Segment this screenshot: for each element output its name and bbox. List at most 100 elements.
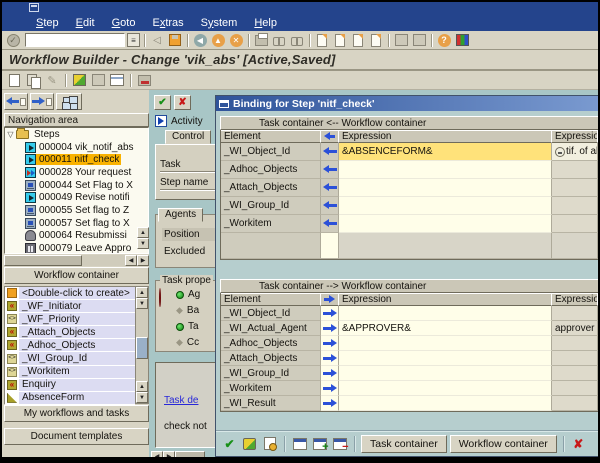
tree-step-000011[interactable]: 000011 nitf_check: [5, 153, 148, 166]
expression-cell[interactable]: &APPROVER&: [339, 321, 552, 336]
collapse-caret-icon[interactable]: ▽: [5, 130, 16, 139]
menu-item-help[interactable]: Help: [254, 17, 277, 29]
binding-row[interactable]: _WI_Group_Id: [221, 197, 598, 215]
tree-step-000044[interactable]: 000044 Set Flag to X: [5, 179, 148, 192]
agents-tab[interactable]: Agents: [158, 208, 203, 222]
container-element-row[interactable]: «_Attach_Objects: [5, 326, 135, 339]
binding-row[interactable]: _WI_Object_Id: [221, 306, 598, 321]
step-cancel-icon[interactable]: ✘: [174, 95, 191, 110]
workflow-container-button[interactable]: Workflow container: [450, 435, 557, 453]
tree-step-000055[interactable]: 000055 Set flag to Z: [5, 204, 148, 217]
my-workflows-and-tasks-button[interactable]: My workflows and tasks: [4, 405, 149, 422]
cancel-circle-icon[interactable]: ✕: [228, 33, 244, 48]
expression-cell[interactable]: [339, 306, 552, 321]
tree-step-000064[interactable]: 000064 Resubmissi: [5, 230, 148, 243]
insert-row-icon[interactable]: [311, 436, 328, 452]
step-confirm-icon[interactable]: ✔: [154, 95, 171, 110]
menu-item-extras[interactable]: Extras: [152, 17, 183, 29]
previous-page-icon[interactable]: [332, 33, 348, 48]
expression-cell[interactable]: [339, 179, 552, 197]
expression-cell[interactable]: &ABSENCEFORM&: [339, 143, 552, 161]
check-binding-icon[interactable]: [241, 436, 258, 452]
menu-item-system[interactable]: System: [201, 17, 238, 29]
first-page-icon[interactable]: [314, 33, 330, 48]
next-page-icon[interactable]: [350, 33, 366, 48]
binding-row[interactable]: _Adhoc_Objects: [221, 161, 598, 179]
container-element-row[interactable]: «Enquiry: [5, 379, 135, 392]
enter-icon[interactable]: ✓: [5, 33, 21, 48]
expression-cell[interactable]: [339, 381, 552, 396]
expression-cell[interactable]: [339, 197, 552, 215]
find-icon[interactable]: [271, 33, 287, 48]
copy-row-icon[interactable]: [291, 436, 308, 452]
tab-control[interactable]: Control: [165, 130, 211, 144]
print-workflow-icon[interactable]: [136, 73, 152, 88]
binding-row[interactable]: _WI_Group_Id: [221, 366, 598, 381]
help-icon[interactable]: ?: [436, 33, 452, 48]
display-change-icon[interactable]: ✎: [44, 73, 60, 88]
column-icon[interactable]: [90, 73, 106, 88]
tree-vertical-scrollbar[interactable]: ▲▼: [137, 227, 149, 253]
binding-row[interactable]: _WI_Result: [221, 396, 598, 411]
container-element-row[interactable]: «_Adhoc_Objects: [5, 339, 135, 352]
customize-layout-icon[interactable]: [454, 33, 470, 48]
scroll-thumb[interactable]: [136, 337, 148, 359]
new-icon[interactable]: [6, 73, 22, 88]
expression-cell[interactable]: [339, 215, 552, 233]
editor-horizontal-scrollbar[interactable]: ◀▶: [151, 451, 205, 459]
binding-row[interactable]: _Workitem: [221, 215, 598, 233]
agents-item-position[interactable]: Position: [162, 228, 215, 241]
tree-step-000079[interactable]: 000079 Leave Appro: [5, 242, 148, 254]
save-icon[interactable]: [167, 33, 183, 48]
menu-item-goto[interactable]: Goto: [112, 17, 136, 29]
expression-cell[interactable]: [339, 396, 552, 411]
expression-cell[interactable]: [339, 336, 552, 351]
step-forward-icon[interactable]: [30, 93, 54, 110]
table-view-icon[interactable]: [109, 73, 125, 88]
binding-row[interactable]: _Attach_Objects: [221, 351, 598, 366]
cancel-icon[interactable]: ✘: [570, 436, 587, 452]
tree-step-000049[interactable]: 000049 Revise notifi: [5, 191, 148, 204]
create-session-icon[interactable]: [393, 33, 409, 48]
scroll-thumb[interactable]: [4, 255, 82, 266]
delete-row-icon[interactable]: [331, 436, 348, 452]
binding-row[interactable]: _Adhoc_Objects: [221, 336, 598, 351]
expression-cell[interactable]: [339, 161, 552, 179]
copy-icon[interactable]: [25, 73, 41, 88]
expression-cell[interactable]: [339, 366, 552, 381]
binding-row[interactable]: _Attach_Objects: [221, 179, 598, 197]
test-icon[interactable]: [71, 73, 87, 88]
command-input[interactable]: [25, 33, 125, 47]
binding-row[interactable]: _WI_Object_Id&ABSENCEFORM&tif. of abse: [221, 143, 598, 161]
find-next-icon[interactable]: [289, 33, 305, 48]
document-templates-button[interactable]: Document templates: [4, 428, 149, 445]
workflow-container-header-button[interactable]: Workflow container: [4, 267, 149, 284]
tree-step-000004[interactable]: 000004 vik_notif_abs: [5, 141, 148, 154]
container-element-row[interactable]: <>_WF_Priority: [5, 313, 135, 326]
container-element-row[interactable]: <Double-click to create>: [5, 287, 135, 300]
shortcut-icon[interactable]: [411, 33, 427, 48]
binding-row[interactable]: _Workitem: [221, 381, 598, 396]
step-back-icon[interactable]: [4, 93, 28, 110]
menu-item-edit[interactable]: Edit: [76, 17, 95, 29]
last-page-icon[interactable]: [368, 33, 384, 48]
agents-item-excluded[interactable]: Excluded: [164, 246, 205, 257]
container-element-row[interactable]: «_WF_Initiator: [5, 300, 135, 313]
print-icon[interactable]: [253, 33, 269, 48]
container-element-row[interactable]: <>_WI_Group_Id: [5, 352, 135, 365]
task-container-button[interactable]: Task container: [361, 435, 447, 453]
task-description-link[interactable]: Task de: [164, 395, 198, 406]
tree-horizontal-scrollbar[interactable]: ◀▶: [4, 255, 149, 266]
binding-row[interactable]: _WI_Actual_Agent&APPROVER&approver: [221, 321, 598, 336]
back-arrow-icon[interactable]: ◁: [149, 33, 165, 48]
exit-circle-icon[interactable]: ▲: [210, 33, 226, 48]
tree-step-000028[interactable]: 000028 Your request: [5, 166, 148, 179]
expression-cell[interactable]: [339, 351, 552, 366]
container-element-row[interactable]: <>_Workitem: [5, 366, 135, 379]
binding-dialog-titlebar[interactable]: Binding for Step 'nitf_check': [216, 96, 600, 111]
trace-icon[interactable]: [261, 436, 278, 452]
menu-item-step[interactable]: Step: [36, 17, 59, 29]
workflow-overview-icon[interactable]: [56, 93, 82, 110]
container-list-scrollbar[interactable]: ▲▼ ▲▼: [135, 287, 148, 403]
tree-step-000057[interactable]: 000057 Set flag to X: [5, 217, 148, 230]
